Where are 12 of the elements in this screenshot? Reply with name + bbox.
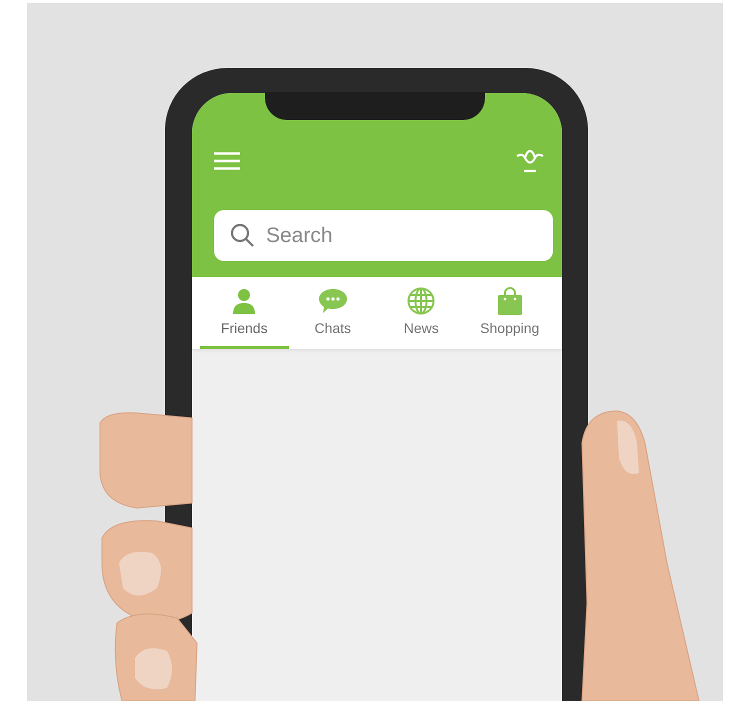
tab[interactable]: News <box>377 287 466 349</box>
tab[interactable]: Chats <box>288 287 377 349</box>
shopping-bag-icon <box>496 287 523 315</box>
menu-icon[interactable] <box>214 152 240 170</box>
tab[interactable]: Friends <box>200 287 288 349</box>
chat-bubble-icon <box>318 288 348 314</box>
search-field[interactable]: Search <box>214 210 553 261</box>
search-icon <box>230 223 254 247</box>
bowl-icon[interactable] <box>516 149 544 173</box>
tab[interactable]: Shopping <box>466 287 554 349</box>
person-icon <box>231 288 258 314</box>
globe-icon <box>407 287 436 315</box>
